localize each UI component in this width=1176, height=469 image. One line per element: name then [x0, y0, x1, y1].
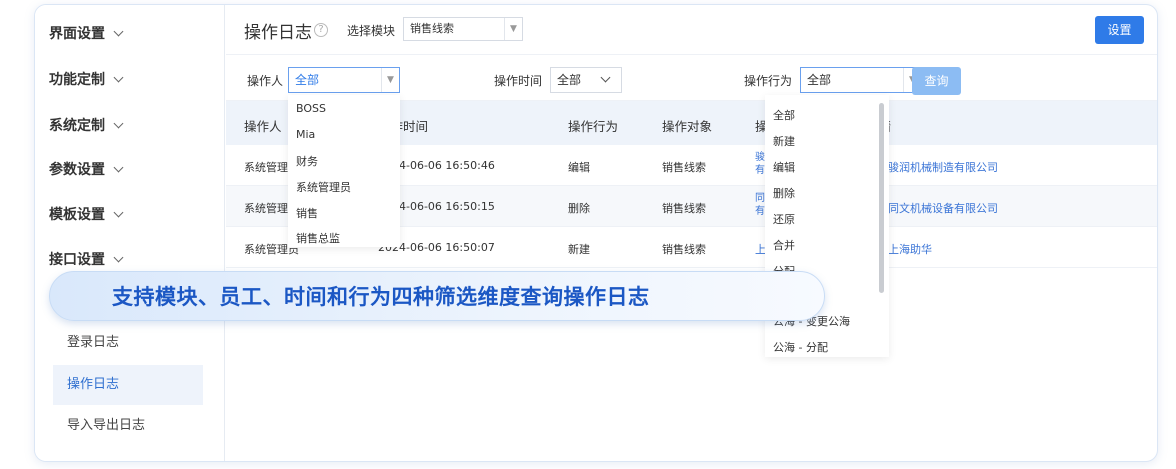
sidebar-item-operation-log[interactable]: 操作日志: [53, 365, 203, 405]
column-header-object: 操作对象: [662, 119, 713, 134]
chevron-down-icon: [113, 162, 124, 172]
action-option[interactable]: 删除: [773, 185, 795, 201]
sidebar-item-login-log[interactable]: 登录日志: [53, 323, 203, 363]
module-select[interactable]: 销售线索 ▼: [403, 17, 523, 41]
sidebar-group-interface-api[interactable]: 接口设置: [49, 249, 124, 269]
sidebar-group-interface[interactable]: 界面设置: [49, 23, 124, 43]
main-panel: 操作日志 ? 选择模块 销售线索 ▼ 设置 操作人 全部 ▼ 操作时间 全部 操…: [226, 5, 1157, 461]
module-select-value: 销售线索: [410, 22, 454, 35]
cell-object: 销售线索: [662, 202, 706, 215]
chevron-down-icon: [113, 207, 124, 217]
module-label: 选择模块: [347, 24, 396, 38]
cell-detail-link[interactable]: 骏润机械制造有限公司: [888, 159, 998, 175]
action-select[interactable]: 全部 ▼: [800, 67, 922, 93]
cell-op[interactable]: 骏有: [755, 151, 765, 177]
operator-option[interactable]: 销售: [296, 205, 318, 221]
sidebar-group-label: 系统定制: [49, 118, 105, 134]
dropdown-scrollbar[interactable]: [879, 103, 884, 293]
operator-dropdown-menu: BOSS Mia 财务 系统管理员 销售 销售总监: [288, 95, 400, 247]
operator-option[interactable]: Mia: [296, 128, 315, 141]
cell-detail-link[interactable]: 同文机械设备有限公司: [888, 200, 998, 216]
question-circle-icon[interactable]: ?: [314, 23, 328, 37]
column-header-operator: 操作人: [244, 119, 282, 134]
chevron-down-icon: [113, 118, 124, 128]
action-filter-label: 操作行为: [744, 74, 793, 88]
cell-op-line: 骏: [755, 152, 765, 163]
operator-option[interactable]: 销售总监: [296, 230, 340, 246]
operator-select-value: 全部: [295, 73, 320, 87]
operator-option[interactable]: BOSS: [296, 102, 326, 115]
page-title: 操作日志: [244, 23, 312, 43]
banner-text: 支持模块、员工、时间和行为四种筛选维度查询操作日志: [112, 285, 650, 309]
action-option[interactable]: 编辑: [773, 159, 795, 175]
cell-action: 编辑: [568, 161, 590, 174]
cell-action: 新建: [568, 243, 590, 256]
action-option[interactable]: 全部: [773, 107, 795, 123]
time-select[interactable]: 全部: [550, 67, 622, 93]
chevron-down-icon: [113, 72, 124, 82]
caret-down-icon: ▼: [504, 18, 522, 40]
cell-op-line: 有: [755, 206, 765, 217]
column-header-action: 操作行为: [568, 119, 619, 134]
time-select-value: 全部: [557, 73, 582, 87]
sidebar-item-import-export-log[interactable]: 导入导出日志: [53, 406, 203, 446]
cell-op-line: 有: [755, 165, 765, 176]
app-window: 界面设置 功能定制 系统定制 参数设置 模板设置 接口设置 登录日志 操作日志 …: [34, 4, 1158, 462]
sidebar: 界面设置 功能定制 系统定制 参数设置 模板设置 接口设置 登录日志 操作日志 …: [35, 5, 225, 461]
sidebar-group-label: 功能定制: [49, 72, 105, 88]
operator-option[interactable]: 系统管理员: [296, 179, 351, 195]
title-bar: 操作日志 ? 选择模块 销售线索 ▼ 设置: [226, 5, 1157, 55]
operator-option[interactable]: 财务: [296, 153, 318, 169]
sidebar-group-function[interactable]: 功能定制: [49, 69, 124, 89]
cell-op[interactable]: 同有: [755, 192, 765, 218]
cell-action: 删除: [568, 202, 590, 215]
action-option[interactable]: 还原: [773, 211, 795, 227]
chevron-down-icon: [113, 252, 124, 262]
cell-op-line: 同: [755, 193, 765, 204]
action-option[interactable]: 新建: [773, 133, 795, 149]
caret-down-icon: ▼: [381, 68, 399, 92]
sidebar-group-params[interactable]: 参数设置: [49, 159, 124, 179]
operator-filter-label: 操作人: [247, 74, 284, 88]
chevron-down-icon: [113, 26, 124, 36]
sidebar-group-label: 模板设置: [49, 207, 105, 223]
action-option[interactable]: 公海 - 分配: [773, 339, 828, 355]
operator-select[interactable]: 全部 ▼: [288, 67, 400, 93]
cell-object: 销售线索: [662, 243, 706, 256]
cell-detail-link[interactable]: 上海助华: [888, 241, 932, 257]
action-option[interactable]: 合并: [773, 237, 795, 253]
feature-banner: 支持模块、员工、时间和行为四种筛选维度查询操作日志: [49, 271, 825, 321]
sidebar-group-template[interactable]: 模板设置: [49, 204, 124, 224]
sidebar-group-label: 接口设置: [49, 252, 105, 268]
sidebar-group-label: 界面设置: [49, 26, 105, 42]
chevron-down-icon: [600, 72, 611, 83]
query-button[interactable]: 查询: [912, 67, 961, 95]
sidebar-group-system[interactable]: 系统定制: [49, 115, 124, 135]
cell-object: 销售线索: [662, 161, 706, 174]
action-select-value: 全部: [807, 73, 832, 87]
settings-button[interactable]: 设置: [1095, 16, 1144, 44]
sidebar-group-label: 参数设置: [49, 162, 105, 178]
time-filter-label: 操作时间: [494, 74, 543, 88]
